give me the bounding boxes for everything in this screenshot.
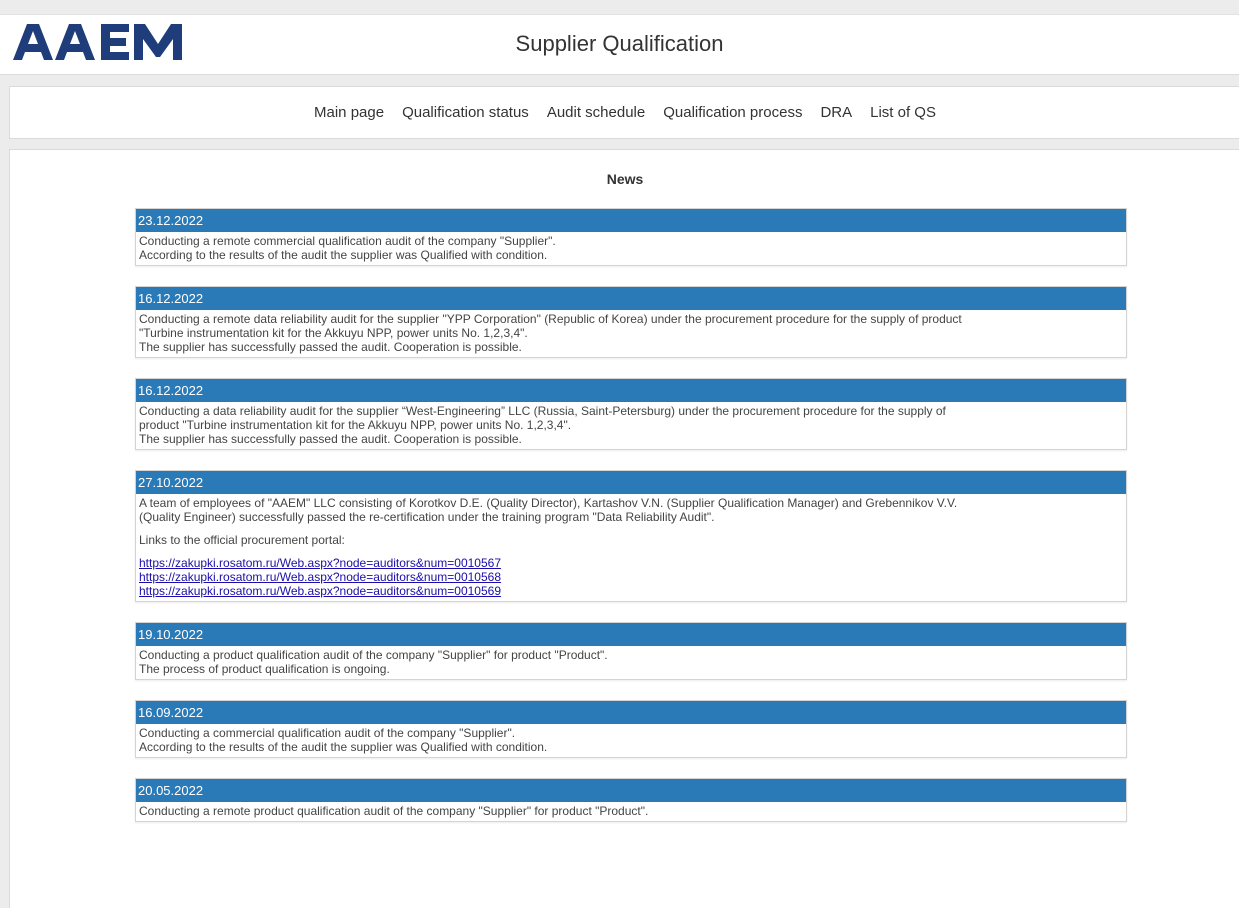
news-text: The supplier has successfully passed the…: [139, 340, 522, 354]
nav-audit-schedule[interactable]: Audit schedule: [538, 104, 654, 121]
news-links-intro: Links to the official procurement portal…: [139, 533, 345, 547]
news-item: 19.10.2022 Conducting a product qualific…: [135, 622, 1127, 680]
news-body: Conducting a remote data reliability aud…: [136, 310, 1126, 357]
news-text: "Turbine instrumentation kit for the Akk…: [139, 326, 528, 340]
news-text: A team of employees of "AAEM" LLC consis…: [139, 496, 958, 510]
header-bar: Supplier Qualification: [0, 14, 1239, 75]
news-body: Conducting a data reliability audit for …: [136, 402, 1126, 449]
procurement-portal-link[interactable]: https://zakupki.rosatom.ru/Web.aspx?node…: [139, 570, 501, 584]
news-date: 16.09.2022: [136, 701, 1126, 724]
news-body: Conducting a commercial qualification au…: [136, 724, 1126, 757]
nav-qualification-process[interactable]: Qualification process: [654, 104, 811, 121]
news-text: Conducting a data reliability audit for …: [139, 404, 946, 418]
news-date: 20.05.2022: [136, 779, 1126, 802]
news-text: Conducting a product qualification audit…: [139, 648, 608, 662]
news-link-row: https://zakupki.rosatom.ru/Web.aspx?node…: [139, 556, 1123, 570]
nav-dra[interactable]: DRA: [811, 104, 861, 121]
news-item: 23.12.2022 Conducting a remote commercia…: [135, 208, 1127, 266]
news-heading: News: [606, 171, 644, 187]
news-link-row: https://zakupki.rosatom.ru/Web.aspx?node…: [139, 570, 1123, 584]
nav-list-of-qs[interactable]: List of QS: [861, 104, 945, 121]
news-item: 20.05.2022 Conducting a remote product q…: [135, 778, 1127, 822]
news-body: A team of employees of "AAEM" LLC consis…: [136, 494, 1126, 601]
procurement-portal-link[interactable]: https://zakupki.rosatom.ru/Web.aspx?node…: [139, 556, 501, 570]
news-text: The supplier has successfully passed the…: [139, 432, 522, 446]
news-text: product "Turbine instrumentation kit for…: [139, 418, 572, 432]
nav-main-page[interactable]: Main page: [305, 104, 393, 121]
news-list: 23.12.2022 Conducting a remote commercia…: [135, 208, 1127, 842]
nav-qualification-status[interactable]: Qualification status: [393, 104, 538, 121]
news-text: (Quality Engineer) successfully passed t…: [139, 510, 715, 524]
site-title: Supplier Qualification: [515, 31, 724, 56]
nav-menu: Main page Qualification status Audit sch…: [10, 87, 1239, 138]
news-text: According to the results of the audit th…: [139, 248, 548, 262]
news-date: 16.12.2022: [136, 287, 1126, 310]
news-item: 16.09.2022 Conducting a commercial quali…: [135, 700, 1127, 758]
news-text: According to the results of the audit th…: [139, 740, 548, 754]
main-content: News 23.12.2022 Conducting a remote comm…: [9, 149, 1239, 908]
news-body: Conducting a product qualification audit…: [136, 646, 1126, 679]
news-text: Conducting a remote commercial qualifica…: [139, 234, 556, 248]
news-text: Conducting a remote data reliability aud…: [139, 312, 962, 326]
news-text: Conducting a remote product qualificatio…: [139, 804, 649, 818]
news-text: Conducting a commercial qualification au…: [139, 726, 516, 740]
main-navigation: Main page Qualification status Audit sch…: [9, 86, 1239, 139]
news-item: 27.10.2022 A team of employees of "AAEM"…: [135, 470, 1127, 602]
news-item: 16.12.2022 Conducting a remote data reli…: [135, 286, 1127, 358]
news-date: 23.12.2022: [136, 209, 1126, 232]
news-body: Conducting a remote product qualificatio…: [136, 802, 1126, 821]
news-date: 19.10.2022: [136, 623, 1126, 646]
news-item: 16.12.2022 Conducting a data reliability…: [135, 378, 1127, 450]
procurement-portal-link[interactable]: https://zakupki.rosatom.ru/Web.aspx?node…: [139, 584, 501, 598]
news-link-row: https://zakupki.rosatom.ru/Web.aspx?node…: [139, 584, 1123, 598]
news-text: The process of product qualification is …: [139, 662, 390, 676]
news-date: 27.10.2022: [136, 471, 1126, 494]
news-date: 16.12.2022: [136, 379, 1126, 402]
news-body: Conducting a remote commercial qualifica…: [136, 232, 1126, 265]
